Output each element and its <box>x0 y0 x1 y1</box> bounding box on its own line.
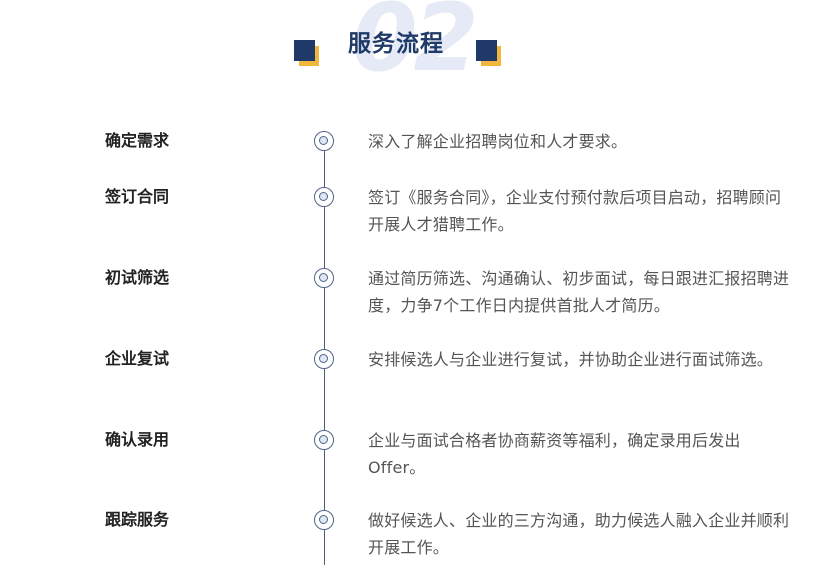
timeline-node-icon <box>314 131 334 151</box>
step-label: 签订合同 <box>105 187 170 206</box>
step-description: 通过简历筛选、沟通确认、初步面试，每日跟进汇报招聘进度，力争7个工作日内提供首批… <box>368 269 790 315</box>
timeline-node-icon <box>314 268 334 288</box>
section-header: 02 服务流程 <box>0 0 829 100</box>
section-title: 服务流程 <box>348 31 444 57</box>
left-square-decoration <box>294 40 319 66</box>
step-description: 做好候选人、企业的三方沟通，助力候选人融入企业并顺利开展工作。 <box>368 511 790 557</box>
timeline-node-icon <box>314 187 334 207</box>
step-label: 初试筛选 <box>105 268 170 287</box>
step-label: 跟踪服务 <box>105 510 170 529</box>
step-label: 确定需求 <box>105 131 170 150</box>
step-description: 签订《服务合同》，企业支付预付款后项目启动，招聘顾问开展人才猎聘工作。 <box>368 188 782 234</box>
step-description: 安排候选人与企业进行复试，并协助企业进行面试筛选。 <box>368 350 774 369</box>
step-label: 企业复试 <box>105 349 170 368</box>
step-description: 企业与面试合格者协商薪资等福利，确定录用后发出Offer。 <box>368 431 741 477</box>
step-description: 深入了解企业招聘岗位和人才要求。 <box>368 132 628 151</box>
timeline-node-icon <box>314 510 334 530</box>
right-square-decoration <box>476 40 501 66</box>
step-label: 确认录用 <box>105 430 170 449</box>
timeline-node-icon <box>314 349 334 369</box>
timeline-node-icon <box>314 430 334 450</box>
